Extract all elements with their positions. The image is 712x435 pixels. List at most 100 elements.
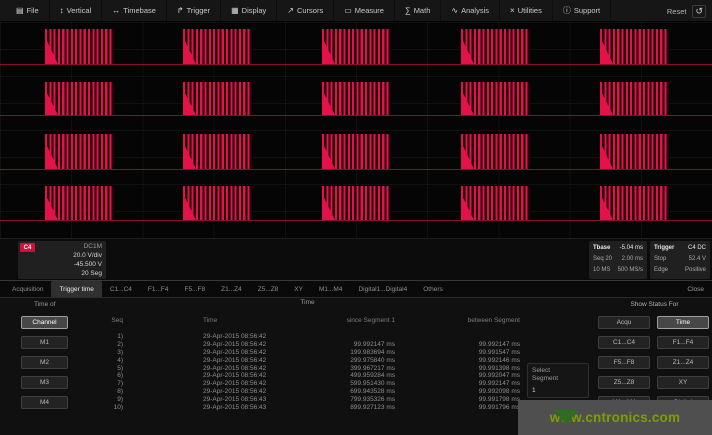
burst-ramp — [461, 193, 474, 220]
waveform-burst — [600, 29, 669, 64]
timebase-row: 10 MS 500 MS/s — [593, 265, 643, 276]
dialog-tab[interactable]: F5...F8 — [177, 281, 214, 297]
close-button[interactable]: Close — [687, 281, 704, 298]
burst-ramp — [322, 193, 335, 220]
waveform-burst — [322, 29, 391, 64]
burst-ramp — [461, 37, 474, 64]
table-header: Seq Time since Segment 1 between Segment — [95, 317, 520, 325]
menu-item-icon: ↔ — [112, 6, 120, 15]
menu-item-label: Math — [414, 6, 431, 15]
menu-item[interactable]: ▤ File — [6, 0, 50, 21]
dialog-tab[interactable]: Z5...Z8 — [250, 281, 287, 297]
dialog-tab[interactable]: M1...M4 — [311, 281, 350, 297]
dialog-tab[interactable]: Trigger time — [51, 281, 101, 297]
channel-descriptor-c4[interactable]: C4 DC1M 20.0 V/div -45.500 V 20 Seg — [18, 241, 106, 279]
show-status-button[interactable]: Z1...Z4 — [657, 356, 709, 369]
dialog-tab[interactable]: C1...C4 — [102, 281, 140, 297]
menu-item[interactable]: ↔ Timebase — [102, 0, 167, 21]
trigger-row: Trigger C4 DC — [654, 243, 706, 254]
show-status-button[interactable]: F5...F8 — [598, 356, 650, 369]
burst-ramp — [183, 89, 196, 115]
show-status-button[interactable]: Acqu — [598, 316, 650, 329]
menu-item-label: Display — [242, 6, 267, 15]
source-button[interactable]: Channel — [21, 316, 68, 329]
waveform-burst — [183, 134, 252, 169]
menu-item[interactable]: ↱ Trigger — [167, 0, 221, 21]
menu-item-label: Utilities — [518, 6, 542, 15]
waveform-burst — [600, 186, 669, 220]
burst-ramp — [322, 142, 335, 169]
menu-item[interactable]: ↗ Cursors — [277, 0, 334, 21]
menu-right: Reset ↺ — [667, 0, 706, 22]
menu-item[interactable]: ▭ Measure — [334, 0, 395, 21]
waveform-burst — [45, 82, 114, 115]
menu-item-label: Timebase — [123, 6, 156, 15]
select-segment-value[interactable]: 1 — [532, 387, 584, 394]
trace-baseline — [0, 169, 712, 170]
burst-ramp — [461, 142, 474, 169]
dialog-tab[interactable]: F1...F4 — [140, 281, 177, 297]
col-between: between Segment — [395, 317, 520, 325]
menu-item-label: File — [27, 6, 39, 15]
menu-item-icon: ∿ — [451, 6, 458, 15]
burst-ramp — [600, 89, 613, 115]
dialog-tab[interactable]: Others — [415, 281, 451, 297]
col-time: Time — [123, 317, 313, 325]
menu-item-icon: ∑ — [405, 6, 411, 15]
source-button[interactable]: M4 — [21, 396, 68, 409]
timebase-row: Tbase -5.04 ms — [593, 243, 643, 254]
show-status-button[interactable]: C1...C4 — [598, 336, 650, 349]
menu-item-icon: ⓘ — [563, 5, 571, 16]
burst-ramp — [45, 142, 58, 169]
dialog-tab[interactable]: XY — [286, 281, 311, 297]
dialog-tab[interactable]: Z1...Z4 — [213, 281, 250, 297]
waveform-burst — [600, 82, 669, 115]
menu-item[interactable]: × Utilities — [500, 0, 553, 21]
menu-item-icon: ↕ — [60, 6, 64, 15]
table-row: 2) 29-Apr-2015 08:56:42 99.992147 ms 99.… — [95, 341, 520, 349]
show-status-button[interactable]: F1...F4 — [657, 336, 709, 349]
channel-offset: -45.500 V — [73, 260, 102, 269]
trigger-row: Stop 52.4 V — [654, 254, 706, 265]
table-row: 1) 29-Apr-2015 08:56:42 — [95, 333, 520, 341]
waveform-burst — [600, 134, 669, 169]
menu-item[interactable]: ∑ Math — [395, 0, 441, 21]
show-status-button[interactable]: Time — [657, 316, 709, 329]
trace-baseline — [0, 220, 712, 221]
menu-item[interactable]: ▦ Display — [221, 0, 277, 21]
channel-segments: 20 Seg — [73, 269, 102, 278]
dialog-tab[interactable]: Acquisition — [4, 281, 51, 297]
source-button[interactable]: M3 — [21, 376, 68, 389]
col-seq: Seq — [95, 317, 123, 325]
source-button[interactable]: M2 — [21, 356, 68, 369]
menu-bar: ▤ File ↕ Vertical ↔ Timebase ↱ Trigger ▦… — [0, 0, 712, 22]
status-bar: C4 DC1M 20.0 V/div -45.500 V 20 Seg Tbas… — [0, 238, 712, 280]
dialog-tab[interactable]: Digital1...Digital4 — [350, 281, 415, 297]
menu-item[interactable]: ∿ Analysis — [441, 0, 500, 21]
trigger-row: Edge Positive — [654, 265, 706, 276]
menu-item[interactable]: ⓘ Support — [553, 0, 611, 21]
trigger-descriptor[interactable]: Trigger C4 DC Stop 52.4 V Edge Positive — [650, 241, 710, 279]
burst-ramp — [183, 193, 196, 220]
waveform-burst — [45, 186, 114, 220]
menu-item-icon: ↱ — [177, 6, 184, 15]
source-button[interactable]: M1 — [21, 336, 68, 349]
menu-item-icon: ▭ — [344, 6, 352, 15]
watermark: www.cntronics.com — [518, 400, 712, 435]
menu-item[interactable]: ↕ Vertical — [50, 0, 103, 21]
burst-ramp — [45, 37, 58, 64]
table-section-title: Time — [95, 299, 520, 306]
undo-icon[interactable]: ↺ — [692, 5, 706, 18]
show-status-button[interactable]: Z5...Z8 — [598, 376, 650, 389]
burst-ramp — [322, 89, 335, 115]
channel-coupling: DC1M — [73, 242, 102, 251]
menu-item-label: Support — [574, 6, 600, 15]
reset-button[interactable]: Reset — [667, 7, 687, 16]
burst-ramp — [45, 193, 58, 220]
select-segment-field[interactable]: Select Segment 1 — [527, 363, 589, 398]
waveform-burst — [45, 29, 114, 64]
table-row: 4) 29-Apr-2015 08:56:42 299.975840 ms 99… — [95, 357, 520, 365]
show-status-button[interactable]: XY — [657, 376, 709, 389]
waveform-area[interactable] — [0, 22, 712, 238]
timebase-descriptor[interactable]: Tbase -5.04 ms Seq 20 2.00 ms 10 MS 500 … — [589, 241, 647, 279]
